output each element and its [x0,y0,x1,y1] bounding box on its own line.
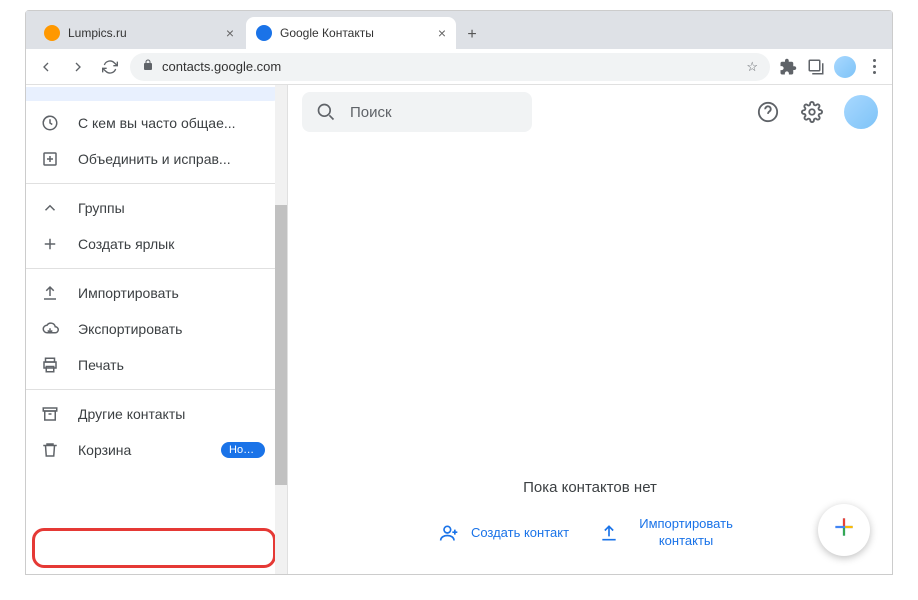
sidebar-label: Группы [78,200,125,216]
sidebar-item-frequent[interactable]: С кем вы часто общае... [26,105,279,141]
search-icon [316,102,336,122]
sidebar-label: Создать ярлык [78,236,174,252]
print-icon [40,355,60,375]
archive-icon [40,404,60,424]
import-contacts-button[interactable]: Импортировать контакты [599,516,741,550]
tab-close-icon[interactable]: × [438,25,446,41]
sidebar-label: Объединить и исправ... [78,151,231,167]
upload-icon [40,283,60,303]
sidebar-item-merge-fix[interactable]: Объединить и исправ... [26,141,279,177]
tab-close-icon[interactable]: × [226,25,234,41]
sidebar-label: Другие контакты [78,406,185,422]
help-button[interactable] [750,94,786,130]
chevron-up-icon [40,198,60,218]
sidebar-label: Импортировать [78,285,179,301]
browser-tab-bar: Lumpics.ru × Google Контакты × + [26,11,892,49]
sidebar-item-print[interactable]: Печать [26,347,279,383]
search-placeholder: Поиск [350,104,392,121]
browser-menu-button[interactable] [864,59,884,74]
profile-avatar[interactable] [834,56,856,78]
upload-icon [599,523,619,543]
new-tab-button[interactable]: + [458,21,486,49]
trash-icon [40,440,60,460]
url-text: contacts.google.com [162,59,281,74]
create-contact-fab[interactable] [818,504,870,556]
sidebar-item-create-label[interactable]: Создать ярлык [26,226,279,262]
extensions-icon[interactable] [778,57,798,77]
sidebar-label: Корзина [78,442,131,458]
new-badge: Нови... [221,442,265,458]
plus-icon [40,234,60,254]
sidebar-label: С кем вы часто общае... [78,115,236,131]
sidebar-label: Экспортировать [78,321,182,337]
sidebar-item-export[interactable]: Экспортировать [26,311,279,347]
plus-icon [831,514,857,547]
sidebar-item-import[interactable]: Импортировать [26,275,279,311]
reload-button[interactable] [98,55,122,79]
url-input[interactable]: contacts.google.com ☆ [130,53,770,81]
divider [26,183,287,184]
settings-button[interactable] [794,94,830,130]
scrollbar-thumb[interactable] [275,205,287,485]
tab-title: Lumpics.ru [68,26,127,40]
tab-title: Google Контакты [280,26,374,40]
app-header: Поиск [288,85,892,139]
sidebar-label: Печать [78,357,124,373]
sidebar-item-contacts-active[interactable] [26,87,287,101]
media-control-icon[interactable] [806,57,826,77]
account-avatar[interactable] [844,95,878,129]
scrollbar-track[interactable] [275,85,287,574]
divider [26,389,287,390]
forward-button[interactable] [66,55,90,79]
action-label: Импортировать контакты [631,516,741,550]
empty-state: Пока контактов нет Создать контакт Импор… [288,139,892,574]
sidebar-item-groups[interactable]: Группы [26,190,279,226]
main-content: Поиск Пока контактов нет Создать контакт [288,85,892,574]
browser-tab-active[interactable]: Google Контакты × [246,17,456,49]
sidebar-nav: С кем вы часто общае... Объединить и исп… [26,85,288,574]
favicon-icon [256,25,272,41]
history-icon [40,113,60,133]
annotation-highlight [32,528,276,568]
merge-icon [40,149,60,169]
empty-state-text: Пока контактов нет [523,479,657,496]
divider [26,268,287,269]
browser-tab[interactable]: Lumpics.ru × [34,17,244,49]
address-bar: contacts.google.com ☆ [26,49,892,85]
sidebar-item-other-contacts[interactable]: Другие контакты [26,396,279,432]
lock-icon [142,59,154,74]
bookmark-star-icon[interactable]: ☆ [746,59,758,75]
create-contact-button[interactable]: Создать контакт [439,523,569,543]
add-person-icon [439,523,459,543]
cloud-download-icon [40,319,60,339]
favicon-icon [44,25,60,41]
sidebar-item-trash[interactable]: Корзина Нови... [26,432,279,468]
action-label: Создать контакт [471,525,569,542]
back-button[interactable] [34,55,58,79]
search-input[interactable]: Поиск [302,92,532,132]
